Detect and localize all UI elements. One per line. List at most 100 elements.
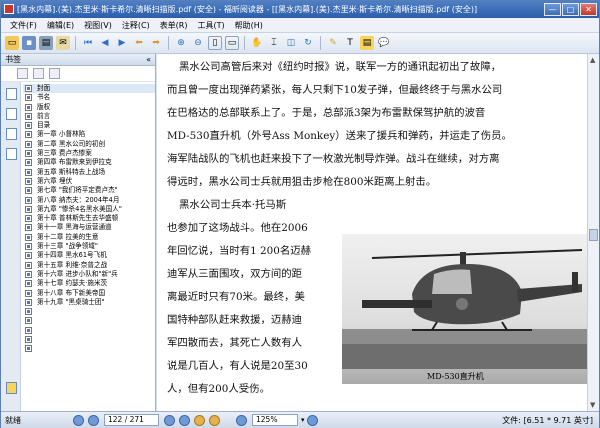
bookmark-item[interactable]: 第十四章 黑水61号飞机 (23, 251, 155, 260)
bookmark-icon (25, 243, 32, 251)
vertical-scrollbar[interactable]: ▲ ▼ (587, 54, 599, 411)
menu-help[interactable]: 帮助(H) (230, 20, 268, 31)
next-page-icon[interactable]: ▶ (115, 36, 129, 50)
attachments-tab-icon[interactable] (6, 148, 17, 160)
document-page[interactable]: 黑水公司高管后来对《纽约时报》说，联军一方的通讯起初出了故障， 而且曾一度出现弹… (157, 54, 587, 411)
scroll-thumb[interactable] (589, 229, 598, 241)
bookmark-item[interactable] (23, 326, 155, 335)
close-button[interactable]: ✕ (580, 3, 597, 16)
menu-comment[interactable]: 注释(C) (117, 20, 155, 31)
minimize-button[interactable]: — (544, 3, 561, 16)
bookmark-item[interactable]: 第五章 斯科特去上战场 (23, 168, 155, 177)
menu-form[interactable]: 表单(R) (155, 20, 193, 31)
bookmark-item[interactable]: 前言 (23, 112, 155, 121)
zoom-in-icon[interactable]: ⊕ (174, 36, 188, 50)
bookmark-item[interactable]: 第十六章 进步小队和"新"兵 (23, 270, 155, 279)
layers-tab-icon[interactable] (6, 128, 17, 140)
email-icon[interactable]: ✉ (56, 36, 70, 50)
bookmark-icon (25, 131, 32, 139)
print-icon[interactable]: ▤ (39, 36, 53, 50)
bookmark-item[interactable]: 第二章 黑水公司的初创 (23, 140, 155, 149)
zoom-out-icon[interactable]: ⊖ (191, 36, 205, 50)
prev-page-button[interactable] (88, 414, 99, 426)
thumbnails-tab-icon[interactable] (6, 108, 17, 120)
status-bar: 就绪 122 / 271 125% ▾ 文件: [6.51 * 9.71 英寸] (1, 411, 599, 428)
bookmark-options-icon[interactable] (49, 68, 60, 79)
bookmark-item[interactable] (23, 344, 155, 353)
bookmark-item[interactable]: 第十一章 黑海与运营通道 (23, 223, 155, 232)
bookmark-item[interactable]: 第三章 费卢杰惨案 (23, 149, 155, 158)
bookmark-item[interactable] (23, 316, 155, 325)
bookmark-item[interactable]: 第十七章 约瑟夫·施米茨 (23, 279, 155, 288)
bookmark-icon (25, 122, 32, 130)
page-number-field[interactable]: 122 / 271 (104, 414, 159, 426)
bookmark-item[interactable]: 第七章 "我们将平定费卢杰" (23, 186, 155, 195)
toolbar-separator (168, 36, 169, 50)
bookmark-item[interactable]: 第十五章 利维·奈普之战 (23, 261, 155, 270)
delete-bookmark-icon[interactable] (33, 68, 44, 79)
bookmark-item[interactable]: 书名 (23, 93, 155, 102)
bookmark-item[interactable]: 第十九章 "黑桌骑士团" (23, 298, 155, 307)
bookmark-item[interactable]: 目录 (23, 121, 155, 130)
comment-icon[interactable]: 💬 (377, 36, 391, 50)
bookmark-icon (25, 94, 32, 102)
bookmark-item[interactable]: 第九章 "惨杀4名黑水美国人" (23, 205, 155, 214)
bookmark-icon (25, 205, 32, 213)
bookmark-item[interactable]: 封面 (23, 84, 155, 94)
bookmark-item[interactable]: 第八章 纳杰夫：2004年4月 (23, 196, 155, 205)
back-icon[interactable]: ⬅ (132, 36, 146, 50)
note-icon[interactable]: ▤ (360, 36, 374, 50)
scroll-down-icon[interactable]: ▼ (590, 401, 595, 409)
bookmark-item[interactable]: 第一章 小督林陷 (23, 130, 155, 139)
bookmark-item[interactable] (23, 335, 155, 344)
hand-tool-icon[interactable]: ✋ (250, 36, 264, 50)
bookmarks-tab-icon[interactable] (6, 88, 17, 100)
bookmark-icon (25, 150, 32, 158)
bookmark-icon (25, 233, 32, 241)
bookmark-item[interactable] (23, 307, 155, 316)
forward-icon[interactable]: ➡ (149, 36, 163, 50)
first-page-button[interactable] (73, 414, 84, 426)
menu-edit[interactable]: 编辑(E) (42, 20, 79, 31)
next-page-button[interactable] (164, 414, 175, 426)
open-icon[interactable]: ▭ (5, 36, 19, 50)
snapshot-icon[interactable]: ◫ (284, 36, 298, 50)
bookmark-item[interactable]: 第十章 普林斯先生去华盛顿 (23, 214, 155, 223)
prev-page-icon[interactable]: ◀ (98, 36, 112, 50)
menu-file[interactable]: 文件(F) (5, 20, 42, 31)
bookmark-item[interactable]: 第十二章 拉美的生意 (23, 233, 155, 242)
menu-tools[interactable]: 工具(T) (193, 20, 230, 31)
bookmark-item[interactable]: 第四章 布雷默来到伊拉克 (23, 158, 155, 167)
collapse-panel-icon[interactable]: « (146, 54, 151, 66)
scroll-up-icon[interactable]: ▲ (590, 56, 595, 64)
bookmark-icon (25, 112, 32, 120)
highlight-icon[interactable]: ✎ (326, 36, 340, 50)
fit-width-icon[interactable]: ▭ (225, 36, 239, 50)
fit-page-icon[interactable]: ▯ (208, 36, 222, 50)
page-text-line: MD-530直升机（外号Ass Monkey）送来了援兵和弹药，并运走了伤员。 (167, 130, 512, 142)
bookmark-item[interactable]: 第十三章 "战争领域" (23, 242, 155, 251)
zoom-field[interactable]: 125% (252, 414, 298, 426)
save-icon[interactable]: ▪ (22, 36, 36, 50)
page-text-line: 国特种部队赶来救援，迈赫迪 (167, 314, 303, 326)
rotate-icon[interactable]: ↻ (301, 36, 315, 50)
page-text-line: 离最近时只有70米。最终，美 (167, 291, 305, 303)
bookmark-icon (25, 168, 32, 176)
bookmark-item[interactable]: 第六章 埋伏 (23, 177, 155, 186)
zoom-out-button[interactable] (236, 414, 247, 426)
comments-tab-icon[interactable] (6, 382, 17, 394)
new-bookmark-icon[interactable] (17, 68, 28, 79)
back-button[interactable] (194, 414, 205, 426)
bookmark-item[interactable]: 第十八章 布下新美帝国 (23, 289, 155, 298)
zoom-in-button[interactable] (306, 414, 318, 426)
maximize-button[interactable]: □ (562, 3, 579, 16)
select-text-icon[interactable]: ⌶ (267, 36, 281, 50)
last-page-button[interactable] (179, 414, 190, 426)
first-page-icon[interactable]: ⏮ (81, 36, 95, 50)
zoom-dropdown-icon[interactable]: ▾ (301, 416, 305, 424)
app-window: [黑水内幕].(美).杰里米·斯卡希尔.清晰扫描版.pdf (安全) - 福昕阅… (0, 0, 600, 428)
bookmark-item[interactable]: 版权 (23, 103, 155, 112)
forward-button[interactable] (209, 414, 220, 426)
typewriter-icon[interactable]: T (343, 36, 357, 50)
menu-view[interactable]: 视图(V) (79, 20, 117, 31)
